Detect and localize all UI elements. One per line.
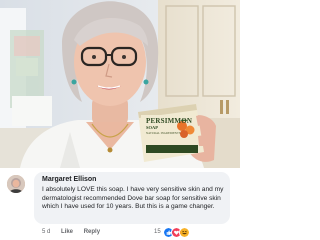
comment-timestamp[interactable]: 5 d <box>42 229 50 235</box>
avatar-image <box>7 175 25 193</box>
reaction-summary[interactable]: 15 <box>154 226 190 238</box>
reaction-count: 15 <box>154 229 161 235</box>
commenter-name[interactable]: Margaret Ellison <box>42 176 96 183</box>
soap-box-brand: PERSIMMON <box>146 117 193 125</box>
avatar[interactable] <box>7 175 25 193</box>
soap-box-tagline: NATURAL INGREDIENTS <box>146 131 181 135</box>
reply-button[interactable]: Reply <box>84 229 100 235</box>
customer-photo <box>0 0 240 168</box>
like-button[interactable]: Like <box>61 229 73 235</box>
soap-box-product: SOAP <box>146 125 159 130</box>
comment-text: I absolutely LOVE this soap. I have very… <box>42 186 224 211</box>
comment-actions: 5 d Like Reply <box>42 229 109 235</box>
haha-icon <box>178 226 190 238</box>
